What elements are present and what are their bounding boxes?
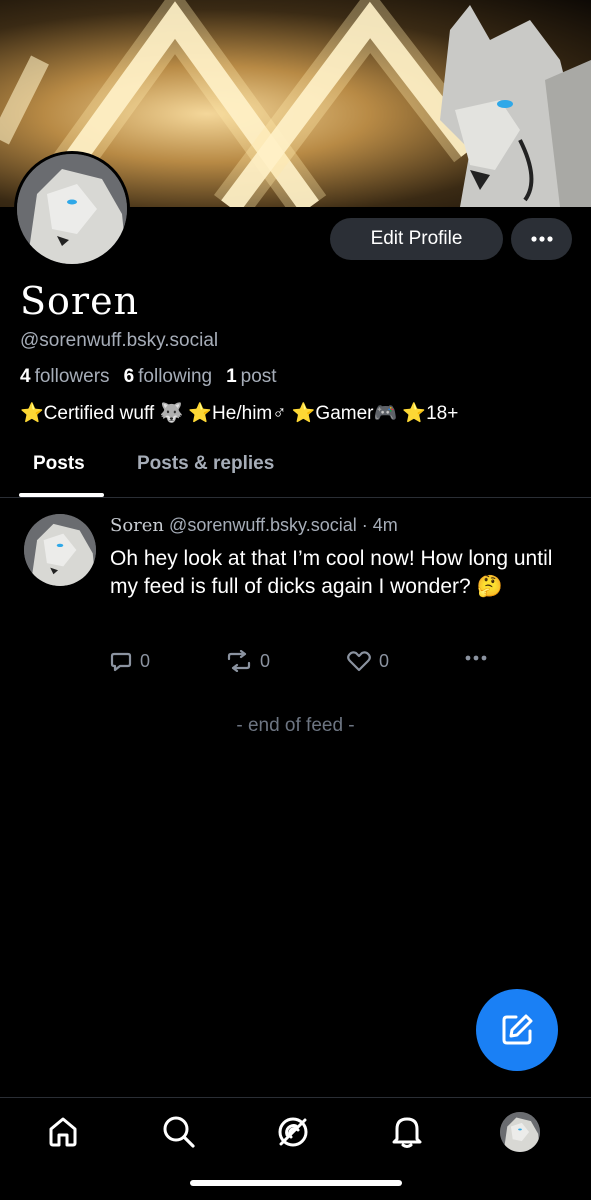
profile-bio: ⭐Certified wuff 🐺 ⭐He/him♂ ⭐Gamer🎮 ⭐18+ xyxy=(20,403,459,424)
tab-posts[interactable]: Posts xyxy=(33,453,85,475)
post-author-handle[interactable]: @sorenwuff.bsky.social xyxy=(169,515,357,535)
profile-handle: @sorenwuff.bsky.social xyxy=(20,330,219,351)
post-timestamp[interactable]: 4m xyxy=(373,515,398,535)
profile-tabs: Posts Posts & replies xyxy=(0,440,591,498)
more-options-button[interactable] xyxy=(511,218,572,260)
post-actions: 0 0 0 xyxy=(110,650,510,674)
posts-stat: 1 post xyxy=(226,366,277,387)
home-icon xyxy=(49,1117,77,1147)
followers-stat[interactable]: 4 followers xyxy=(20,366,110,388)
reply-button[interactable]: 0 xyxy=(110,650,150,672)
post-header: Soren @sorenwuff.bsky.social · 4m xyxy=(110,515,398,536)
post-author-name[interactable]: Soren xyxy=(110,515,164,536)
feeds-icon xyxy=(278,1117,308,1147)
profile-stats: 4 followers 6 following 1 post xyxy=(20,366,277,388)
tab-posts-and-replies[interactable]: Posts & replies xyxy=(137,453,274,475)
nav-profile-avatar[interactable] xyxy=(500,1112,540,1152)
end-of-feed-label: - end of feed - xyxy=(236,715,355,736)
nav-home[interactable] xyxy=(46,1115,80,1149)
repost-button[interactable]: 0 xyxy=(226,650,270,672)
repost-count: 0 xyxy=(260,650,271,671)
search-icon xyxy=(163,1116,195,1148)
display-name: Soren xyxy=(20,279,140,323)
ellipsis-icon xyxy=(530,236,553,242)
post-separator: · xyxy=(361,515,368,535)
post-more-button[interactable] xyxy=(465,655,487,661)
following-stat[interactable]: 6 following xyxy=(124,366,213,388)
repost-icon xyxy=(227,650,251,672)
nav-search[interactable] xyxy=(162,1115,196,1149)
reply-icon xyxy=(110,652,132,672)
compose-icon xyxy=(502,1014,533,1045)
heart-icon xyxy=(347,651,371,672)
nav-notifications[interactable] xyxy=(390,1115,424,1149)
ellipsis-icon xyxy=(465,655,487,661)
reply-count: 0 xyxy=(140,650,151,671)
home-indicator xyxy=(190,1180,402,1186)
profile-avatar[interactable] xyxy=(14,151,130,267)
post-text[interactable]: Oh hey look at that I’m cool now! How lo… xyxy=(110,545,570,601)
nav-feeds[interactable] xyxy=(276,1115,310,1149)
bell-icon xyxy=(392,1117,422,1148)
post-author-avatar[interactable] xyxy=(24,514,96,586)
like-count: 0 xyxy=(379,650,390,671)
compose-post-button[interactable] xyxy=(476,989,558,1071)
edit-profile-button[interactable]: Edit Profile xyxy=(330,218,503,260)
like-button[interactable]: 0 xyxy=(347,650,389,672)
active-tab-indicator xyxy=(19,493,104,497)
